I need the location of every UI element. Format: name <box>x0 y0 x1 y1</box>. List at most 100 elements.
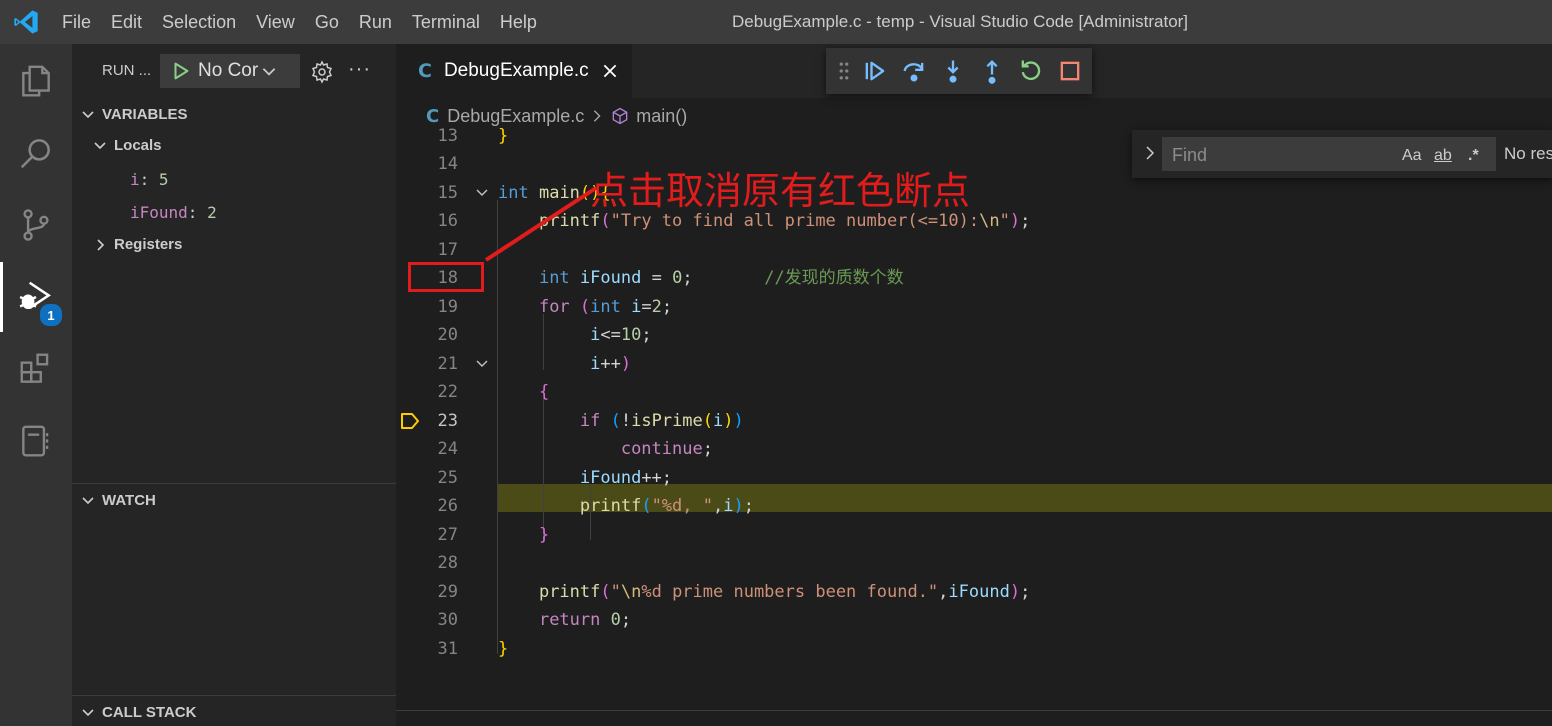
more-actions-icon[interactable]: ··· <box>348 58 371 81</box>
step-over-icon[interactable] <box>900 57 928 85</box>
variable-value: 5 <box>158 170 169 189</box>
chevron-down-icon <box>82 110 94 118</box>
code-comment: //发现的质数个数 <box>764 268 904 288</box>
code-line: 22 { <box>396 378 1552 406</box>
gear-icon[interactable] <box>310 60 334 84</box>
code-line: 20 i<=10; <box>396 321 1552 349</box>
section-divider <box>72 695 396 696</box>
stop-icon[interactable] <box>1056 57 1084 85</box>
callstack-section-header[interactable]: CALL STACK <box>80 704 196 721</box>
launch-config-select[interactable]: No Cor <box>160 54 300 88</box>
annotation-text: 点击取消原有红色断点 <box>590 169 971 213</box>
chevron-down-icon <box>82 708 94 716</box>
menu-view[interactable]: View <box>246 0 305 44</box>
line-number[interactable]: 13 <box>396 122 458 150</box>
match-case-toggle[interactable]: Aa <box>1402 147 1422 165</box>
title-bar: File Edit Selection View Go Run Terminal… <box>0 0 1552 44</box>
drag-handle-icon[interactable] <box>838 60 850 82</box>
menu-help[interactable]: Help <box>490 0 547 44</box>
launch-config-name: No Cor <box>198 60 259 81</box>
code-line: 24 continue; <box>396 435 1552 463</box>
watch-title: WATCH <box>102 492 156 509</box>
code-line: 28 <box>396 549 1552 577</box>
code-line: 16 printf("Try to find all prime number(… <box>396 207 1552 235</box>
code-line: 21 i++) <box>396 350 1552 378</box>
debug-sidebar: RUN ... No Cor ··· VARIABLES Locals i: 5… <box>72 44 396 726</box>
line-number[interactable]: 22 <box>396 378 458 406</box>
search-icon[interactable] <box>0 118 72 188</box>
menu-run[interactable]: Run <box>349 0 402 44</box>
line-number[interactable]: 17 <box>396 236 458 264</box>
menu-file[interactable]: File <box>52 0 101 44</box>
line-number[interactable]: 20 <box>396 321 458 349</box>
regex-toggle[interactable]: .* <box>1468 147 1479 165</box>
chevron-down-icon <box>262 68 276 76</box>
c-file-icon: C <box>418 60 432 82</box>
watch-section-header[interactable]: WATCH <box>80 492 156 509</box>
restart-icon[interactable] <box>1017 57 1045 85</box>
code-line: 25 iFound++; <box>396 464 1552 492</box>
variable-row[interactable]: iFound: 2 <box>130 203 217 222</box>
start-debug-icon[interactable] <box>168 60 194 82</box>
code-line: 17 <box>396 236 1552 264</box>
menu-terminal[interactable]: Terminal <box>402 0 490 44</box>
find-input[interactable]: Find Aa ab .* <box>1162 137 1496 171</box>
line-number[interactable]: 27 <box>396 521 458 549</box>
code-line-current: 23 if (!isPrime(i)) <box>396 407 1552 435</box>
explorer-icon[interactable] <box>0 46 72 116</box>
line-number[interactable]: 31 <box>396 635 458 663</box>
extensions-icon[interactable] <box>0 334 72 404</box>
variables-title: VARIABLES <box>102 106 188 123</box>
code-line: 27 } <box>396 521 1552 549</box>
variable-name: i <box>130 170 140 189</box>
find-placeholder: Find <box>1172 145 1208 165</box>
variable-name: iFound <box>130 203 188 222</box>
code-area[interactable]: 13 } 14 15 int main(){ 16 printf("Try to… <box>396 122 1552 726</box>
line-number[interactable]: 25 <box>396 464 458 492</box>
section-divider <box>72 483 396 484</box>
registers-scope[interactable]: Registers <box>92 236 182 253</box>
line-number[interactable]: 21 <box>396 350 458 378</box>
step-out-icon[interactable] <box>978 57 1006 85</box>
variable-row[interactable]: i: 5 <box>130 170 169 189</box>
tab-debugexample[interactable]: C DebugExample.c <box>396 44 632 98</box>
line-number[interactable]: 23 <box>396 407 458 435</box>
run-header: RUN ... No Cor ··· <box>72 44 396 100</box>
code-line: 19 for (int i=2; <box>396 293 1552 321</box>
locals-scope[interactable]: Locals <box>92 137 162 154</box>
source-control-icon[interactable] <box>0 190 72 260</box>
notebook-icon[interactable] <box>0 406 72 476</box>
menu-go[interactable]: Go <box>305 0 349 44</box>
variables-section-header[interactable]: VARIABLES <box>80 106 188 123</box>
code-line: 30 return 0; <box>396 606 1552 634</box>
line-number[interactable]: 15 <box>396 179 458 207</box>
fold-chevron-icon[interactable] <box>474 185 490 201</box>
line-number[interactable]: 26 <box>396 492 458 520</box>
chevron-down-icon <box>94 141 106 149</box>
line-number[interactable]: 28 <box>396 549 458 577</box>
line-number[interactable]: 24 <box>396 435 458 463</box>
menu-selection[interactable]: Selection <box>152 0 246 44</box>
line-number[interactable]: 30 <box>396 606 458 634</box>
chevron-right-icon <box>97 238 105 251</box>
line-number[interactable]: 14 <box>396 150 458 178</box>
activity-bar: 1 <box>0 44 72 726</box>
toggle-replace-chevron-icon[interactable] <box>1142 145 1158 161</box>
tab-bar: C DebugExample.c <box>396 44 1552 98</box>
line-number[interactable]: 19 <box>396 293 458 321</box>
code-line: 31 } <box>396 635 1552 663</box>
menu-edit[interactable]: Edit <box>101 0 152 44</box>
fold-chevron-icon[interactable] <box>474 356 490 372</box>
match-whole-word-toggle[interactable]: ab <box>1434 147 1452 165</box>
close-icon[interactable] <box>601 62 619 80</box>
step-into-icon[interactable] <box>939 57 967 85</box>
locals-label: Locals <box>114 137 162 154</box>
run-label: RUN ... <box>102 62 152 79</box>
code-line: 15 int main(){ <box>396 179 1552 207</box>
line-number[interactable]: 16 <box>396 207 458 235</box>
callstack-title: CALL STACK <box>102 704 197 721</box>
code-line: 29 printf("\n%d prime numbers been found… <box>396 578 1552 606</box>
line-number[interactable]: 29 <box>396 578 458 606</box>
continue-icon[interactable] <box>861 57 889 85</box>
chevron-right-icon <box>594 110 601 122</box>
